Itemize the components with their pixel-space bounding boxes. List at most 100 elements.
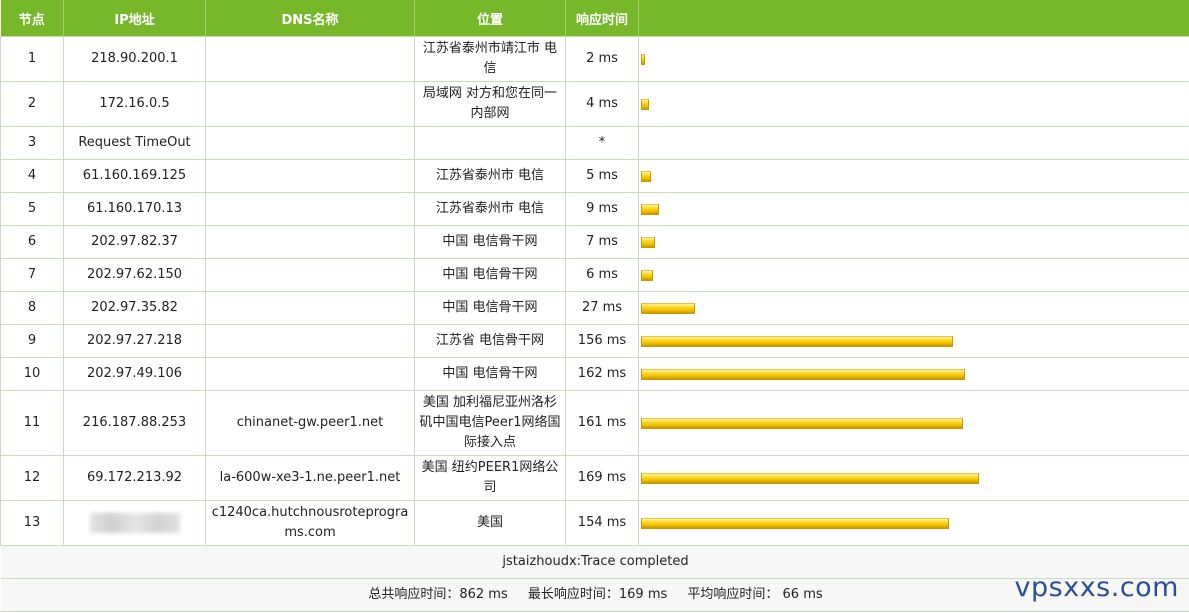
hop-location: 美国 纽约PEER1网络公司 <box>414 455 566 501</box>
hop-row: 1 218.90.200.1 江苏省泰州市靖江市 电信 2 ms <box>0 36 1189 82</box>
hop-node: 13 <box>0 500 64 546</box>
hop-node: 2 <box>0 81 64 127</box>
hop-chart <box>638 258 1189 292</box>
hop-row: 11 216.187.88.253 chinanet-gw.peer1.net 美国 … <box>0 390 1189 456</box>
latency-bar <box>641 518 949 529</box>
hop-dns <box>205 81 415 127</box>
hop-row: 10 202.97.49.106 中国 电信骨干网 162 ms <box>0 357 1189 391</box>
hop-row: 3 Request TimeOut * <box>0 126 1189 160</box>
hop-location: 江苏省 电信骨干网 <box>414 324 566 358</box>
latency-bar <box>641 336 953 347</box>
hop-time: 154 ms <box>565 500 639 546</box>
hop-ip <box>63 500 206 546</box>
status-row: jstaizhoudx:Trace completed <box>0 545 1189 579</box>
hop-node: 8 <box>0 291 64 325</box>
hop-node: 7 <box>0 258 64 292</box>
hop-location: 江苏省泰州市 电信 <box>414 192 566 226</box>
hop-dns: chinanet-gw.peer1.net <box>205 390 415 456</box>
hop-location <box>414 126 566 160</box>
latency-bar <box>641 204 659 215</box>
hop-ip: 172.16.0.5 <box>63 81 206 127</box>
hop-time: 9 ms <box>565 192 639 226</box>
hop-location: 局域网 对方和您在同一内部网 <box>414 81 566 127</box>
hop-dns <box>205 192 415 226</box>
hop-location: 中国 电信骨干网 <box>414 291 566 325</box>
latency-bar <box>641 418 963 429</box>
hop-ip: 202.97.49.106 <box>63 357 206 391</box>
hop-location: 中国 电信骨干网 <box>414 357 566 391</box>
header-location: 位置 <box>414 0 566 37</box>
hop-time: 2 ms <box>565 36 639 82</box>
hop-chart <box>638 357 1189 391</box>
hop-node: 6 <box>0 225 64 259</box>
hop-node: 5 <box>0 192 64 226</box>
header-ip: IP地址 <box>63 0 206 37</box>
hop-row: 8 202.97.35.82 中国 电信骨干网 27 ms <box>0 291 1189 325</box>
hop-dns: c1240ca.hutchnousroteprograms.com <box>205 500 415 546</box>
redacted-ip <box>89 512 180 533</box>
hop-chart <box>638 500 1189 546</box>
hop-time: 4 ms <box>565 81 639 127</box>
hop-node: 9 <box>0 324 64 358</box>
hop-ip: 202.97.27.218 <box>63 324 206 358</box>
header-dns: DNS名称 <box>205 0 415 37</box>
hop-chart <box>638 324 1189 358</box>
hop-row: 5 61.160.170.13 江苏省泰州市 电信 9 ms <box>0 192 1189 226</box>
hop-dns <box>205 36 415 82</box>
hop-chart <box>638 291 1189 325</box>
summary-cell: 总共响应时间：862 ms 最长响应时间：169 ms 平均响应时间： 66 m… <box>0 578 1189 612</box>
hop-dns <box>205 225 415 259</box>
hop-node: 12 <box>0 455 64 501</box>
hop-time: 27 ms <box>565 291 639 325</box>
hop-ip: 61.160.170.13 <box>63 192 206 226</box>
hop-time: 156 ms <box>565 324 639 358</box>
hop-row: 9 202.97.27.218 江苏省 电信骨干网 156 ms <box>0 324 1189 358</box>
hop-chart <box>638 455 1189 501</box>
latency-bar <box>641 54 645 65</box>
hop-chart <box>638 390 1189 456</box>
hop-list: 1 218.90.200.1 江苏省泰州市靖江市 电信 2 ms 2 172.16.0.5… <box>0 36 1189 546</box>
hop-chart <box>638 192 1189 226</box>
hop-time: 169 ms <box>565 455 639 501</box>
hop-location: 中国 电信骨干网 <box>414 225 566 259</box>
hop-row: 12 69.172.213.92 la-600w-xe3-1.ne.peer1.ne… <box>0 455 1189 501</box>
hop-dns <box>205 258 415 292</box>
hop-ip: 69.172.213.92 <box>63 455 206 501</box>
hop-time: 6 ms <box>565 258 639 292</box>
hop-dns <box>205 324 415 358</box>
latency-bar <box>641 369 965 380</box>
hop-chart <box>638 225 1189 259</box>
hop-location: 江苏省泰州市 电信 <box>414 159 566 193</box>
max-response-time: 最长响应时间：169 ms <box>527 587 668 602</box>
hop-location: 江苏省泰州市靖江市 电信 <box>414 36 566 82</box>
hop-chart <box>638 81 1189 127</box>
hop-chart <box>638 159 1189 193</box>
hop-node: 10 <box>0 357 64 391</box>
hop-time: 7 ms <box>565 225 639 259</box>
latency-bar <box>641 171 651 182</box>
hop-ip: 202.97.82.37 <box>63 225 206 259</box>
hop-row: 2 172.16.0.5 局域网 对方和您在同一内部网 4 ms <box>0 81 1189 127</box>
latency-bar <box>641 473 979 484</box>
hop-time: * <box>565 126 639 160</box>
hop-dns <box>205 357 415 391</box>
hop-row: 7 202.97.62.150 中国 电信骨干网 6 ms <box>0 258 1189 292</box>
total-response-time: 总共响应时间：862 ms <box>368 587 508 602</box>
latency-bar <box>641 303 695 314</box>
hop-node: 11 <box>0 390 64 456</box>
hop-location: 美国 加利福尼亚州洛杉矶中国电信Peer1网络国际接入点 <box>414 390 566 456</box>
hop-location: 中国 电信骨干网 <box>414 258 566 292</box>
trace-table: 节点 IP地址 DNS名称 位置 响应时间 1 218.90.200.1 江苏省泰州… <box>0 0 1189 612</box>
hop-time: 5 ms <box>565 159 639 193</box>
hop-row: 6 202.97.82.37 中国 电信骨干网 7 ms <box>0 225 1189 259</box>
latency-bar <box>641 237 655 248</box>
hop-time: 162 ms <box>565 357 639 391</box>
header-node: 节点 <box>0 0 64 37</box>
hop-chart <box>638 126 1189 160</box>
hop-time: 161 ms <box>565 390 639 456</box>
hop-dns <box>205 159 415 193</box>
hop-row: 4 61.160.169.125 江苏省泰州市 电信 5 ms <box>0 159 1189 193</box>
hop-location: 美国 <box>414 500 566 546</box>
header-chart <box>638 0 1189 37</box>
hop-ip: Request TimeOut <box>63 126 206 160</box>
